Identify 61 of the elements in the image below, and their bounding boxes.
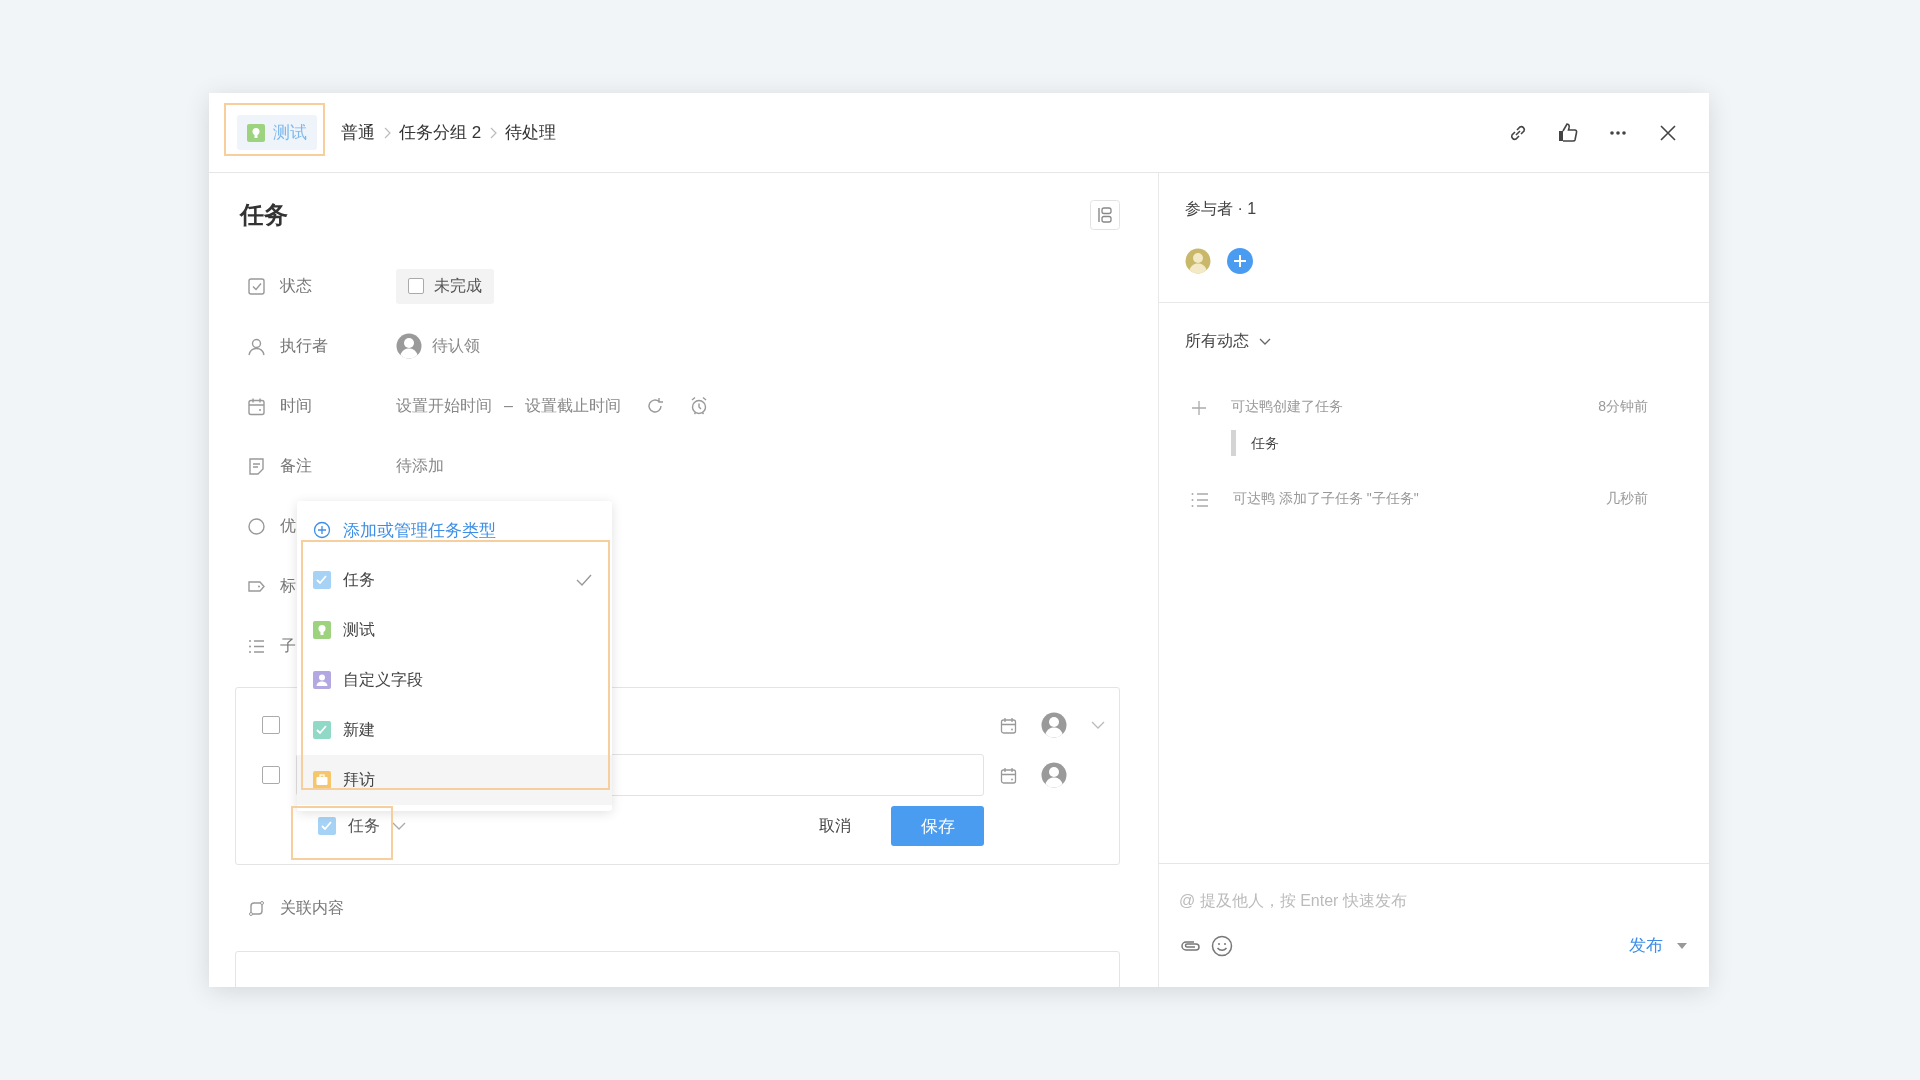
field-label: 备注: [280, 456, 312, 474]
menu-action[interactable]: 添加或管理任务类型: [297, 501, 612, 555]
layout-icon[interactable]: [1090, 200, 1120, 230]
emoji-icon[interactable]: [1211, 934, 1233, 957]
field-label: 关联内容: [280, 897, 344, 918]
menu-item[interactable]: 新建: [297, 705, 612, 755]
checkbox-icon: [247, 276, 266, 296]
participants-title: 参与者 · 1: [1185, 199, 1258, 219]
field-label: 时间: [280, 396, 312, 414]
task-title: 任务: [240, 200, 288, 230]
avatar-icon[interactable]: [1185, 248, 1211, 274]
field-label: 状态: [280, 276, 312, 294]
plus-icon: [1191, 400, 1207, 416]
chevron-down-icon[interactable]: [1091, 720, 1105, 730]
breadcrumb-link[interactable]: 任务分组 2: [399, 121, 482, 144]
add-participant-icon[interactable]: [1227, 248, 1253, 274]
type-select[interactable]: 任务: [318, 815, 406, 837]
activity-text: 可达鸭 添加了子任务 "子任务": [1233, 490, 1419, 508]
activity-quote: 任务: [1231, 430, 1648, 456]
activity-text: 可达鸭创建了任务: [1231, 398, 1343, 416]
avatar-icon: [396, 333, 422, 359]
calendar-icon[interactable]: [1000, 766, 1017, 784]
chevron-down-icon: [392, 821, 406, 831]
due-time-field[interactable]: 设置截止时间: [524, 395, 621, 417]
note-value[interactable]: 待添加: [396, 455, 444, 477]
separator: –: [504, 397, 513, 415]
chevron-down-icon: [1259, 337, 1271, 346]
checkbox[interactable]: [262, 766, 280, 784]
start-time-field[interactable]: 设置开始时间: [396, 395, 492, 417]
avatar-icon[interactable]: [1041, 762, 1067, 788]
list-icon: [1191, 492, 1209, 508]
menu-item[interactable]: 自定义字段: [297, 655, 612, 705]
activity-time: 8分钟前: [1598, 398, 1648, 416]
assignee-value[interactable]: 待认领: [432, 335, 480, 357]
field-label: 标: [280, 576, 296, 594]
avatar-icon[interactable]: [1041, 712, 1067, 738]
caret-down-icon[interactable]: [1677, 942, 1687, 949]
cancel-button[interactable]: 取消: [819, 815, 851, 837]
chevron-right-icon: [383, 126, 391, 139]
type-label: 测试: [273, 122, 307, 144]
field-label: 优: [280, 516, 296, 534]
activity-filter[interactable]: 所有动态: [1185, 331, 1683, 352]
thumbs-up-icon[interactable]: [1557, 121, 1579, 144]
activity-time: 几秒前: [1606, 490, 1648, 508]
calendar-icon: [247, 396, 266, 416]
menu-item[interactable]: 任务: [297, 555, 612, 605]
breadcrumb-link[interactable]: 普通: [341, 121, 375, 144]
note-icon: [247, 456, 266, 476]
calendar-icon[interactable]: [1000, 716, 1017, 734]
field-label: 执行者: [280, 336, 328, 354]
menu-item[interactable]: 拜访: [297, 755, 612, 805]
menu-item[interactable]: 测试: [297, 605, 612, 655]
field-label: 子: [280, 636, 296, 654]
circle-icon: [247, 516, 266, 536]
breadcrumb-link[interactable]: 待处理: [505, 121, 557, 144]
checkbox[interactable]: [408, 278, 424, 294]
add-icon: [313, 521, 331, 539]
chevron-right-icon: [489, 126, 498, 139]
checkbox[interactable]: [262, 716, 280, 734]
person-icon: [247, 336, 266, 356]
status-toggle[interactable]: 未完成: [396, 268, 494, 304]
